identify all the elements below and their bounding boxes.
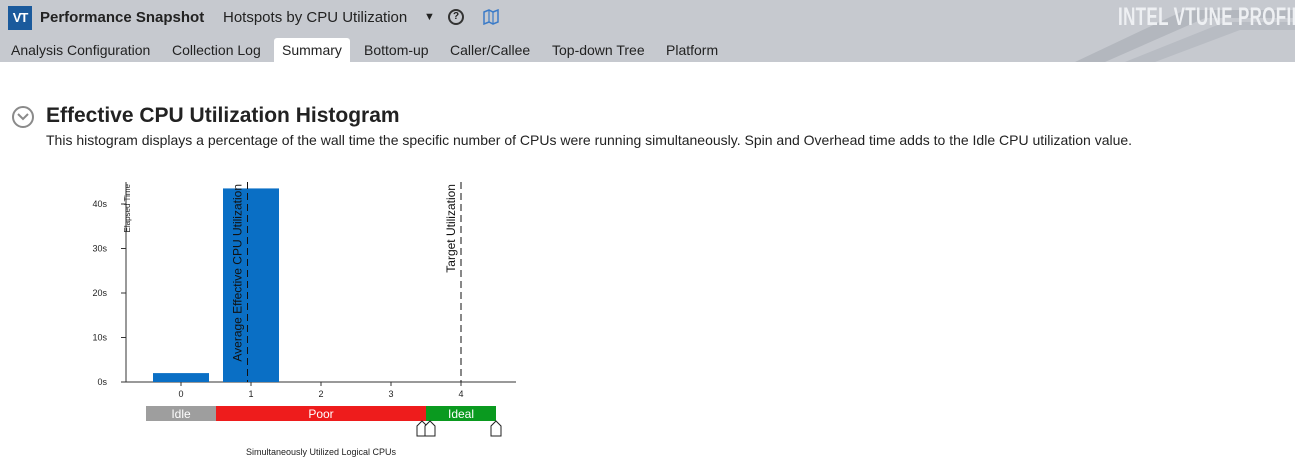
zone-label-poor: Poor [308, 407, 333, 421]
tab-platform[interactable]: Platform [658, 38, 726, 62]
x-tick-label: 0 [178, 389, 183, 399]
y-tick-label: 30s [92, 244, 107, 254]
cpu-utilization-histogram: 0s 10s 20s 30s 40s Elapsed Time 0 1 2 3 4 Average E… [92, 182, 516, 457]
max-threshold-handle[interactable] [490, 420, 502, 437]
y-tick-label: 20s [92, 288, 107, 298]
x-tick-label: 2 [318, 389, 323, 399]
y-tick-label: 40s [92, 199, 107, 209]
x-tick-label: 4 [458, 389, 463, 399]
y-tick-label: 0s [97, 377, 107, 387]
histogram-bar [153, 373, 209, 382]
zone-label-ideal: Ideal [448, 407, 474, 421]
x-tick-label: 1 [248, 389, 253, 399]
brand-wordmark: INTEL VTUNE PROFILER [1118, 3, 1295, 31]
x-tick-label: 3 [388, 389, 393, 399]
y-tick-label: 10s [92, 333, 107, 343]
target-utilization-label: Target Utilization [444, 184, 458, 273]
x-axis-label: Simultaneously Utilized Logical CPUs [246, 447, 397, 457]
average-utilization-label: Average Effective CPU Utilization [231, 184, 245, 362]
zone-label-idle: Idle [171, 407, 191, 421]
y-axis-label: Elapsed Time [123, 183, 132, 232]
ideal-threshold-handle[interactable] [424, 420, 436, 437]
